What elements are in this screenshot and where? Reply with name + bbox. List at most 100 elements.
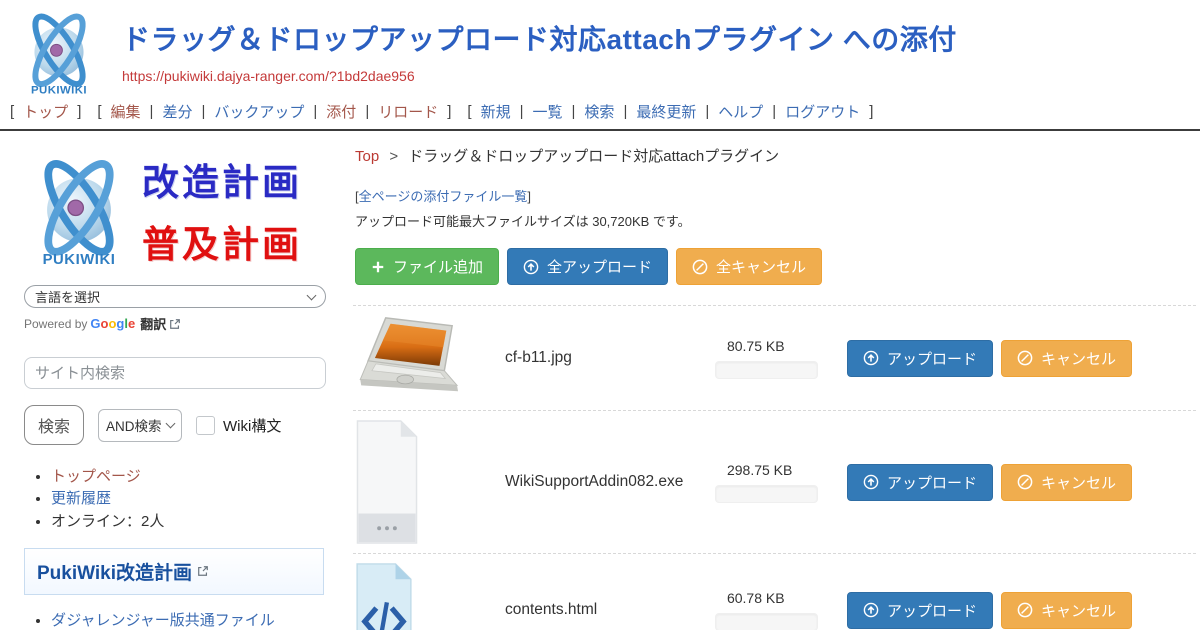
nav-item-diff[interactable]: 差分 — [162, 101, 192, 122]
add-files-label: ファイル追加 — [393, 256, 483, 277]
language-select[interactable]: 言語を選択 — [24, 285, 326, 308]
sidebar: 改造計画 普及計画 言語を選択 Powered by Google 翻訳 検索 … — [0, 131, 345, 630]
wiki-syntax-option: Wiki構文 — [196, 415, 281, 436]
file-preview-cell — [355, 314, 505, 402]
cancel-button[interactable]: キャンセル — [1001, 592, 1132, 629]
upload-all-button[interactable]: 全アップロード — [507, 248, 668, 285]
file-size-cell: 298.75 KB — [715, 462, 833, 503]
separator: | — [201, 103, 205, 120]
all-attachments-line: [全ページの添付ファイル一覧] — [355, 186, 1196, 205]
sidebar-links-top: トップページ 更新履歴 オンライン：2人 — [24, 467, 326, 532]
breadcrumb-top-link[interactable]: Top — [355, 148, 379, 165]
sidebar-heading-pukiwiki-kaizo[interactable]: PukiWiki改造計画 — [24, 548, 324, 595]
file-actions: アップロード キャンセル — [847, 464, 1132, 501]
separator: | — [520, 103, 524, 120]
nav-item-edit[interactable]: 編集 — [111, 101, 141, 122]
sidebar-item-recent-changes[interactable]: 更新履歴 — [51, 490, 111, 507]
upload-progress-bar — [715, 361, 818, 379]
search-mode-select[interactable]: AND検索 — [98, 409, 182, 442]
pukiwiki-atom-logo[interactable] — [12, 8, 106, 96]
file-row: WikiSupportAddin082.exe 298.75 KB アップロード… — [353, 410, 1196, 553]
nav-group-home: [ トップ ] — [10, 101, 81, 122]
sidebar-item-toppage[interactable]: トップページ — [51, 468, 141, 485]
bracket: ] — [527, 189, 531, 204]
nav-item-list[interactable]: 一覧 — [533, 101, 563, 122]
add-files-button[interactable]: ファイル追加 — [355, 248, 499, 285]
wiki-syntax-checkbox[interactable] — [196, 416, 215, 435]
cancel-all-button[interactable]: 全キャンセル — [676, 248, 822, 285]
upload-label: アップロード — [887, 348, 977, 369]
sidebar-item-common-files[interactable]: ダジャレンジャー版共通ファイル — [51, 612, 275, 629]
upload-toolbar: ファイル追加 全アップロード 全キャンセル — [355, 248, 1196, 285]
nav-item-recent[interactable]: 最終更新 — [636, 101, 696, 122]
translate-label: 翻訳 — [140, 314, 166, 333]
bracket: [ — [97, 103, 101, 120]
header-text: ドラッグ＆ドロップアップロード対応attachプラグイン への添付 https:… — [122, 8, 957, 96]
separator: | — [772, 103, 776, 120]
upload-button[interactable]: アップロード — [847, 592, 993, 629]
file-size: 60.78 KB — [727, 590, 833, 606]
separator: | — [572, 103, 576, 120]
file-size-cell: 60.78 KB — [715, 590, 833, 630]
separator: | — [705, 103, 709, 120]
upload-circle-icon — [863, 474, 879, 490]
header: ドラッグ＆ドロップアップロード対応attachプラグイン への添付 https:… — [0, 0, 1200, 96]
generic-file-icon — [355, 419, 419, 545]
bracket: ] — [77, 103, 81, 120]
file-name: WikiSupportAddin082.exe — [505, 473, 715, 491]
bracket: [ — [467, 103, 471, 120]
nav-item-backup[interactable]: バックアップ — [214, 101, 304, 122]
separator: | — [150, 103, 154, 120]
powered-by-label: Powered by — [24, 317, 87, 331]
chevron-down-icon — [307, 290, 317, 300]
top-navbar: [ トップ ] [ 編集 | 差分 | バックアップ | 添付 | リロード ]… — [0, 96, 1200, 131]
max-filesize-note: アップロード可能最大ファイルサイズは 30,720KB です。 — [355, 211, 1196, 230]
upload-progress-bar — [715, 485, 818, 503]
nav-item-attach[interactable]: 添付 — [326, 101, 356, 122]
separator: | — [623, 103, 627, 120]
cancel-button[interactable]: キャンセル — [1001, 340, 1132, 377]
upload-progress-bar — [715, 613, 818, 630]
nav-group-site: [ 新規 | 一覧 | 検索 | 最終更新 | ヘルプ | ログアウト ] — [467, 101, 873, 122]
all-attachments-link[interactable]: 全ページの添付ファイル一覧 — [359, 189, 528, 204]
pukiwiki-atom-logo — [24, 151, 134, 269]
nav-group-page: [ 編集 | 差分 | バックアップ | 添付 | リロード ] — [97, 101, 451, 122]
page-url[interactable]: https://pukiwiki.dajya-ranger.com/?1bd2d… — [122, 68, 957, 84]
language-select-value: 言語を選択 — [35, 287, 100, 306]
search-button[interactable]: 検索 — [24, 405, 84, 445]
upload-button[interactable]: アップロード — [847, 340, 993, 377]
laptop-photo-thumbnail — [355, 314, 475, 402]
file-size: 80.75 KB — [727, 338, 833, 354]
file-name: contents.html — [505, 601, 715, 619]
cancel-button[interactable]: キャンセル — [1001, 464, 1132, 501]
google-logo: Google — [90, 316, 135, 331]
ban-circle-icon — [1017, 602, 1033, 618]
file-name: cf-b11.jpg — [505, 349, 715, 367]
nav-item-logout[interactable]: ログアウト — [785, 101, 860, 122]
upload-button[interactable]: アップロード — [847, 464, 993, 501]
file-row: contents.html 60.78 KB アップロード キャンセル — [353, 553, 1196, 630]
upload-all-label: 全アップロード — [547, 256, 652, 277]
nav-item-new[interactable]: 新規 — [481, 101, 511, 122]
banner-line-fukyu: 普及計画 — [142, 214, 302, 268]
cancel-label: キャンセル — [1041, 600, 1116, 621]
separator: | — [365, 103, 369, 120]
ban-circle-icon — [1017, 350, 1033, 366]
nav-item-help[interactable]: ヘルプ — [718, 101, 763, 122]
bracket: ] — [869, 103, 873, 120]
nav-item-reload[interactable]: リロード — [378, 101, 438, 122]
list-item: 更新履歴 — [51, 489, 326, 509]
html-code-file-icon — [355, 562, 413, 630]
file-actions: アップロード キャンセル — [847, 340, 1132, 377]
online-count: オンライン：2人 — [51, 513, 164, 530]
nav-item-search[interactable]: 検索 — [584, 101, 614, 122]
plus-icon — [371, 260, 385, 274]
cancel-label: キャンセル — [1041, 348, 1116, 369]
nav-item-top[interactable]: トップ — [23, 101, 68, 122]
file-row-inner: cf-b11.jpg 80.75 KB アップロード キャンセル — [353, 306, 1196, 410]
file-actions: アップロード キャンセル — [847, 592, 1132, 629]
sidebar-banner-logo[interactable]: 改造計画 普及計画 — [24, 151, 326, 269]
ban-circle-icon — [1017, 474, 1033, 490]
site-search-input[interactable] — [24, 357, 326, 389]
breadcrumb-current: ドラッグ＆ドロップアップロード対応attachプラグイン — [408, 148, 779, 165]
